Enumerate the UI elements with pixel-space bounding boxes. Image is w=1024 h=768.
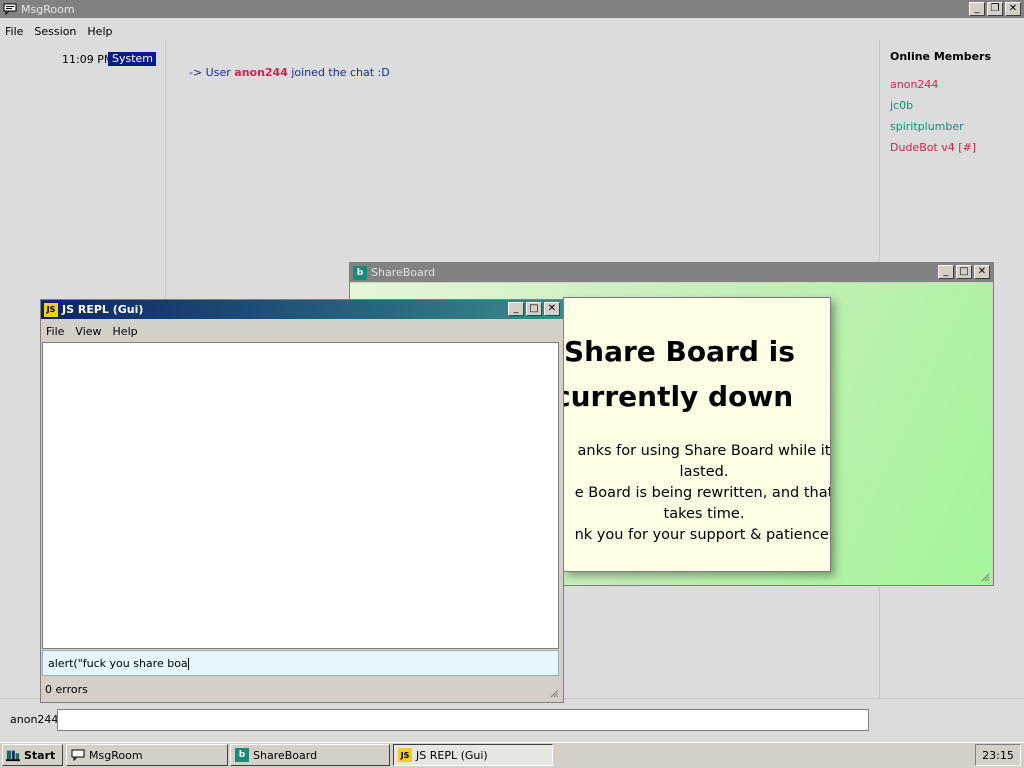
repl-input-text: alert("fuck you share boa — [48, 657, 188, 670]
shareboard-notice: Share Board is currently down anks for u… — [563, 297, 831, 572]
minimize-button[interactable]: _ — [508, 302, 524, 316]
maximize-button[interactable]: □ — [956, 265, 972, 279]
minimize-icon: _ — [513, 303, 519, 314]
restore-button[interactable]: ❐ — [987, 2, 1003, 16]
notice-line: e Board is being rewritten, and that — [574, 485, 831, 501]
member-item[interactable]: spiritplumber — [890, 120, 964, 133]
member-item[interactable]: jc0b — [890, 99, 913, 112]
chat-bubble-icon — [71, 748, 85, 762]
restore-icon: ❐ — [990, 3, 1000, 14]
menu-help[interactable]: Help — [87, 25, 112, 38]
start-label: Start — [24, 748, 56, 762]
start-button[interactable]: Start — [2, 744, 63, 766]
maximize-icon: □ — [529, 303, 539, 314]
start-icon — [6, 748, 20, 762]
shareboard-icon: b — [235, 748, 249, 762]
window-title: ShareBoard — [371, 266, 436, 279]
taskbar-button-label: JS REPL (Gui) — [416, 748, 488, 762]
menu-session[interactable]: Session — [34, 25, 76, 38]
minimize-icon: _ — [943, 266, 949, 277]
repl-output[interactable] — [42, 342, 559, 649]
maximize-button[interactable]: □ — [526, 302, 542, 316]
menu-view[interactable]: View — [75, 325, 101, 338]
notice-body: anks for using Share Board while it last… — [564, 441, 831, 546]
notice-line: takes time. — [663, 506, 745, 522]
menu-file[interactable]: File — [46, 325, 64, 338]
close-button[interactable]: ✕ — [974, 265, 990, 279]
maximize-icon: □ — [959, 266, 969, 277]
close-button[interactable]: ✕ — [1005, 2, 1021, 16]
menu-help[interactable]: Help — [113, 325, 138, 338]
minimize-button[interactable]: _ — [938, 265, 954, 279]
member-item[interactable]: anon244 — [890, 78, 938, 91]
message-user: anon244 — [234, 66, 288, 79]
shareboard-icon: b — [353, 265, 367, 280]
system-clock[interactable]: 23:15 — [975, 744, 1021, 766]
resize-grip-icon[interactable] — [549, 688, 559, 698]
shareboard-titlebar[interactable]: b ShareBoard _ □ ✕ — [350, 263, 993, 282]
close-icon: ✕ — [547, 303, 557, 314]
msgroom-menubar: File Session Help — [0, 22, 118, 40]
menu-file[interactable]: File — [5, 25, 23, 38]
notice-line: nk you for your support & patience. — [574, 527, 831, 543]
notice-line: lasted. — [679, 464, 729, 480]
taskbar-button-shareboard[interactable]: b ShareBoard — [230, 744, 390, 766]
notice-line: anks for using Share Board while it — [577, 443, 831, 459]
nickname-label: anon244 — [10, 713, 59, 726]
message-timestamp: 11:09 PM — [62, 53, 114, 66]
resize-grip-icon[interactable] — [980, 572, 990, 582]
close-icon: ✕ — [1008, 3, 1018, 14]
message-prefix: -> User — [189, 66, 235, 79]
close-icon: ✕ — [977, 266, 987, 277]
member-item[interactable]: DudeBot v4 [#] — [890, 141, 976, 154]
message-suffix: joined the chat :D — [287, 66, 390, 79]
minimize-icon: _ — [974, 3, 980, 14]
repl-input[interactable]: alert("fuck you share boa — [42, 650, 559, 676]
taskbar-button-msgroom[interactable]: MsgRoom — [66, 744, 228, 766]
minimize-button[interactable]: _ — [969, 2, 985, 16]
js-icon: JS — [398, 748, 412, 762]
text-caret — [187, 658, 189, 670]
repl-menubar: File View Help — [41, 322, 144, 340]
notice-headline-2: currently down — [563, 380, 794, 413]
repl-titlebar[interactable]: JS JS REPL (Gui) _ □ ✕ — [41, 300, 563, 319]
sender-badge: System — [108, 52, 156, 66]
msgroom-titlebar[interactable]: MsgRoom _ ❐ ✕ — [0, 0, 1024, 18]
members-heading: Online Members — [890, 50, 992, 63]
window-title: MsgRoom — [21, 2, 75, 16]
window-title: JS REPL (Gui) — [62, 303, 144, 316]
taskbar-button-repl[interactable]: JS JS REPL (Gui) — [393, 744, 553, 766]
taskbar-button-label: MsgRoom — [89, 748, 143, 762]
taskbar-button-label: ShareBoard — [253, 748, 318, 762]
message-input[interactable] — [57, 709, 869, 731]
notice-headline-1: Share Board is — [564, 335, 795, 368]
repl-status: 0 errors — [45, 683, 88, 696]
close-button[interactable]: ✕ — [544, 302, 560, 316]
chat-bubble-icon — [3, 2, 17, 16]
message-text: -> User anon244 joined the chat :D — [175, 53, 390, 92]
js-icon: JS — [44, 302, 58, 317]
